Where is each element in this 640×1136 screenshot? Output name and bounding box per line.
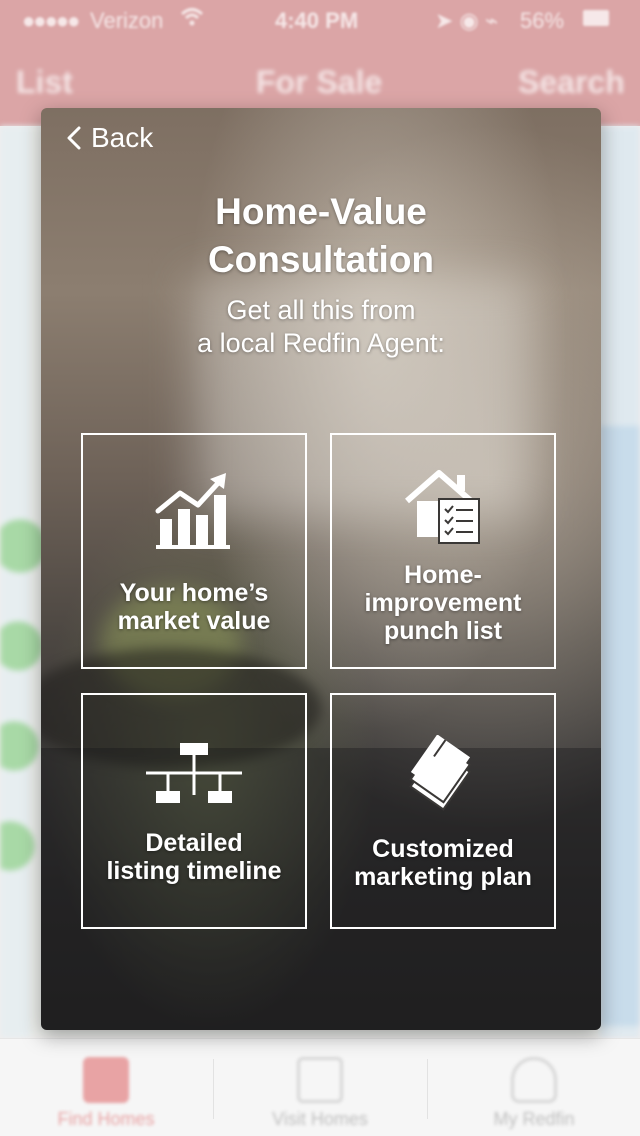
tile-label: Detailed listing timeline (106, 829, 282, 885)
tab-label: Find Homes (57, 1109, 155, 1129)
timeline-hierarchy-icon (146, 743, 242, 803)
tab-label: My Redfin (493, 1109, 575, 1129)
visit-homes-icon (297, 1057, 343, 1103)
back-label: Back (91, 122, 154, 153)
page-title: Home-Value Consultation (41, 188, 601, 284)
list-button: List (16, 64, 73, 100)
map-water (600, 426, 640, 1026)
tab-visit-homes: Visit Homes (214, 1039, 426, 1136)
tab-bar: Find Homes Visit Homes My Redfin (0, 1038, 640, 1136)
location-icon: ➤ ◉ ⌁ (435, 8, 499, 33)
subtitle-line-2: a local Redfin Agent: (197, 328, 445, 358)
title-line-2: Consultation (207, 239, 435, 280)
back-button[interactable]: Back (61, 118, 153, 158)
title-line-1: Home-Value (215, 191, 427, 232)
documents-icon (409, 735, 472, 811)
battery-percentage: 56% (520, 8, 565, 33)
home-value-consultation-modal: Back Home-Value Consultation Get all thi… (41, 108, 601, 1030)
tile-listing-timeline[interactable]: Detailed listing timeline (81, 693, 307, 929)
tile-marketing-plan[interactable]: Customized marketing plan (330, 693, 556, 929)
subtitle-line-1: Get all this from (226, 295, 416, 325)
wifi-icon (180, 6, 204, 34)
tile-label: Customized marketing plan (354, 835, 532, 891)
tile-punch-list[interactable]: Home- improvement punch list (330, 433, 556, 669)
tile-label: Your home’s market value (117, 579, 271, 635)
background-nav-bar: List For Sale Search (0, 56, 640, 112)
chevron-left-icon (67, 126, 81, 150)
status-time: 4:40 PM (275, 8, 359, 33)
tile-label: Home- improvement punch list (364, 561, 522, 645)
nav-title: For Sale (256, 64, 383, 100)
my-redfin-icon (511, 1057, 557, 1103)
house-checklist-icon (405, 470, 480, 544)
search-button: Search (518, 64, 625, 100)
battery-icon (583, 10, 609, 26)
status-bar: ●●●●● Verizon 4:40 PM ➤ ◉ ⌁ 56% (0, 0, 640, 40)
tab-find-homes: Find Homes (0, 1039, 212, 1136)
carrier-name: Verizon (90, 8, 164, 33)
tab-label: Visit Homes (272, 1109, 368, 1129)
page-subtitle: Get all this from a local Redfin Agent: (41, 294, 601, 360)
find-homes-icon (83, 1057, 129, 1103)
chart-growth-icon (155, 473, 230, 549)
tile-market-value[interactable]: Your home’s market value (81, 433, 307, 669)
signal-strength: ●●●●● (22, 8, 80, 33)
tab-my-redfin: My Redfin (428, 1039, 640, 1136)
